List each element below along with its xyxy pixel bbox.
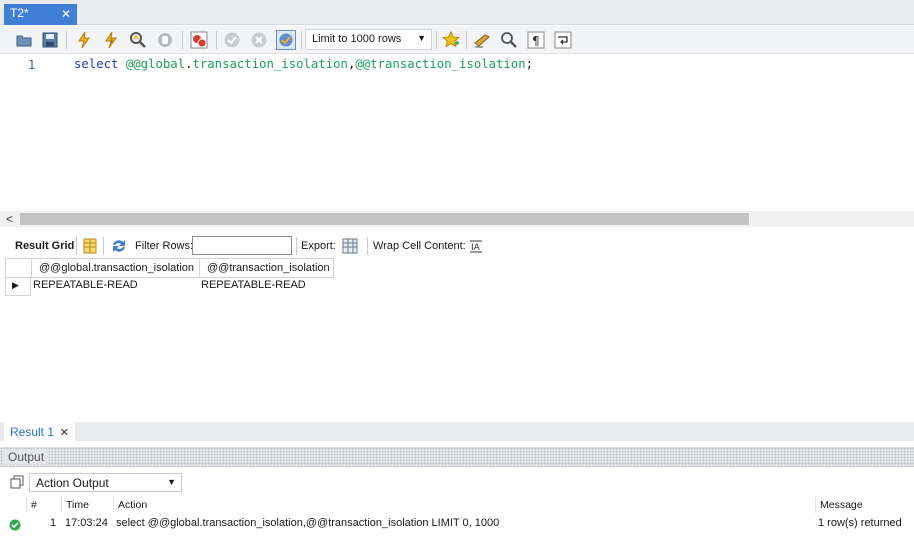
- result-tab-label: Result 1: [10, 425, 55, 439]
- variable-name: transaction_isolation: [192, 57, 348, 71]
- filter-rows-label: Filter Rows:: [135, 240, 194, 252]
- current-row-arrow-icon: ▶: [12, 280, 19, 290]
- export-icon[interactable]: [341, 237, 359, 255]
- toolbar-separator: [76, 237, 77, 255]
- result-grid-toolbar: Result Grid Filter Rows: Export: Wrap Ce…: [0, 236, 914, 256]
- limit-rows-select[interactable]: Limit to 1000 rows ▼: [305, 29, 432, 50]
- scrollbar-thumb[interactable]: [20, 213, 749, 225]
- output-row-action[interactable]: select @@global.transaction_isolation,@@…: [116, 517, 499, 529]
- column-header-label: @@transaction_isolation: [207, 262, 330, 274]
- filter-rows-input[interactable]: [192, 236, 292, 255]
- sql-editor-toolbar: I Limit to 1000 rows ▼ ¶: [0, 26, 914, 54]
- horizontal-scrollbar[interactable]: <: [0, 211, 914, 227]
- toolbar-separator: [66, 31, 67, 49]
- column-header[interactable]: Action: [113, 497, 815, 513]
- invisible-chars-icon[interactable]: ¶: [526, 30, 546, 50]
- editor-tab-strip: T2* ✕: [0, 0, 914, 25]
- copy-icon[interactable]: [10, 475, 24, 489]
- column-header[interactable]: #: [26, 497, 61, 513]
- toolbar-separator: [103, 237, 104, 255]
- refresh-icon[interactable]: [110, 237, 128, 255]
- table-cell[interactable]: REPEATABLE-READ: [31, 279, 140, 295]
- result-grid-label[interactable]: Result Grid: [15, 240, 74, 252]
- output-panel-header: Output: [0, 447, 914, 467]
- scroll-left-icon[interactable]: <: [6, 212, 13, 226]
- output-row-time: 17:03:24: [65, 517, 108, 529]
- sql-code-line[interactable]: select @@global.transaction_isolation,@@…: [74, 57, 533, 71]
- toolbar-separator: [301, 31, 302, 49]
- column-header-label: @@global.transaction_isolation: [39, 262, 195, 274]
- line-number: 1: [28, 58, 36, 72]
- row-indicator[interactable]: ▶: [5, 278, 31, 296]
- stop-icon[interactable]: [155, 30, 175, 50]
- table-cell[interactable]: REPEATABLE-READ: [199, 279, 308, 295]
- output-row-number: 1: [50, 517, 57, 529]
- toolbar-separator: [182, 31, 183, 49]
- svg-text:I: I: [111, 38, 113, 45]
- result-tab-strip: Result 1 ✕: [0, 422, 914, 441]
- autocommit-icon[interactable]: [276, 30, 296, 50]
- global-variable-prefix: @@global: [125, 57, 186, 71]
- beautify-icon[interactable]: [472, 30, 492, 50]
- keyword-select: select: [74, 57, 119, 71]
- explain-icon[interactable]: [128, 30, 148, 50]
- close-icon[interactable]: ✕: [61, 7, 71, 21]
- bookmark-icon[interactable]: [441, 30, 461, 50]
- rollback-icon[interactable]: [249, 30, 269, 50]
- save-icon[interactable]: [40, 30, 60, 50]
- editor-tab-title: T2*: [10, 6, 29, 20]
- column-header[interactable]: Time: [61, 497, 113, 513]
- wrap-icon[interactable]: [553, 30, 573, 50]
- tab-result-1[interactable]: Result 1 ✕: [4, 422, 75, 441]
- column-header[interactable]: @@global.transaction_isolation: [31, 258, 200, 278]
- toolbar-separator: [466, 31, 467, 49]
- toolbar-separator: [296, 237, 297, 255]
- commit-icon[interactable]: [222, 30, 242, 50]
- chevron-down-icon: ▼: [167, 477, 176, 487]
- chevron-down-icon: ▼: [417, 33, 426, 43]
- toolbar-separator: [436, 31, 437, 49]
- execute-current-icon[interactable]: I: [101, 30, 121, 50]
- output-type-select[interactable]: Action Output ▼: [29, 473, 182, 492]
- close-icon[interactable]: ✕: [60, 426, 69, 439]
- output-row-message: 1 row(s) returned: [818, 517, 902, 529]
- row-header-corner: [5, 258, 32, 278]
- editor-tab-t2[interactable]: T2* ✕: [4, 4, 77, 25]
- toolbar-separator: [216, 31, 217, 49]
- column-header[interactable]: @@transaction_isolation: [199, 258, 334, 278]
- execute-icon[interactable]: [74, 30, 94, 50]
- export-label: Export:: [301, 240, 336, 252]
- action-output-grid: # Time Action Message 1 17:03:24 select …: [0, 496, 914, 542]
- semicolon-token: ;: [525, 57, 534, 71]
- column-header[interactable]: Message: [815, 497, 914, 513]
- toolbar-separator: [367, 237, 368, 255]
- output-title: Output: [4, 450, 49, 464]
- limit-rows-value: Limit to 1000 rows: [312, 33, 402, 45]
- find-icon[interactable]: [499, 30, 519, 50]
- svg-text:IA: IA: [471, 243, 481, 253]
- success-icon: [9, 519, 21, 531]
- wrap-cell-icon[interactable]: IA: [467, 237, 485, 255]
- toggle-error-stop-icon[interactable]: [189, 30, 209, 50]
- svg-text:¶: ¶: [532, 34, 540, 48]
- variable-name: transaction_isolation: [370, 57, 526, 71]
- grid-view-icon[interactable]: [81, 237, 99, 255]
- wrap-cell-content-label: Wrap Cell Content:: [373, 240, 466, 252]
- sql-editor[interactable]: 1 select @@global.transaction_isolation,…: [0, 55, 914, 211]
- session-variable-prefix: @@: [355, 57, 371, 71]
- output-type-value: Action Output: [36, 476, 109, 490]
- open-file-icon[interactable]: [14, 30, 34, 50]
